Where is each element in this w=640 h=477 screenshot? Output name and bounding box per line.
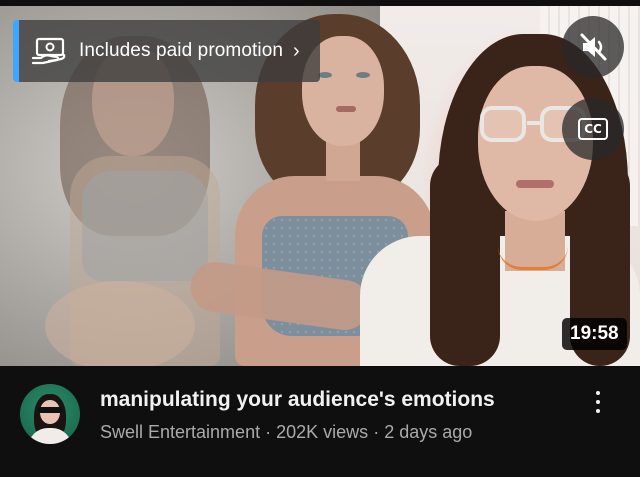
presenter-glasses-left (480, 106, 526, 142)
sad-girl-neck (326, 141, 360, 181)
menu-dot (596, 391, 600, 395)
video-title[interactable]: manipulating your audience's emotions (100, 388, 495, 412)
presenter-mouth (516, 180, 554, 188)
menu-dot (596, 400, 600, 404)
pregnant-woman-belly (45, 281, 195, 366)
chevron-right-icon: › (293, 39, 300, 62)
presenter-glasses-bridge (527, 121, 541, 125)
closed-captions-icon: CC (578, 118, 608, 140)
more-vertical-icon[interactable] (588, 388, 608, 416)
video-duration: 19:58 (562, 318, 627, 350)
captions-button[interactable]: CC (562, 98, 624, 160)
avatar-body (28, 428, 72, 444)
video-subtitle: Swell Entertainment · 202K views · 2 day… (100, 422, 472, 443)
separator: · (373, 422, 380, 442)
sad-girl-eye-right (356, 72, 370, 78)
paid-promotion-label: Includes paid promotion (79, 40, 284, 61)
paid-promotion-banner[interactable]: Includes paid promotion › (13, 20, 320, 82)
channel-avatar[interactable] (20, 384, 80, 444)
mute-button[interactable] (562, 16, 624, 78)
volume-muted-icon (580, 33, 607, 61)
paid-promotion-icon (31, 37, 66, 65)
video-meta-row[interactable]: manipulating your audience's emotions Sw… (0, 366, 640, 477)
separator: · (265, 422, 272, 442)
sad-girl-mouth (336, 106, 356, 112)
avatar-sunglasses (37, 407, 63, 413)
channel-name[interactable]: Swell Entertainment (100, 422, 260, 442)
menu-dot (596, 409, 600, 413)
pregnant-woman-top (82, 171, 208, 281)
view-count: 202K views (276, 422, 369, 442)
upload-age: 2 days ago (384, 422, 473, 442)
sad-girl-eye-left (318, 72, 332, 78)
